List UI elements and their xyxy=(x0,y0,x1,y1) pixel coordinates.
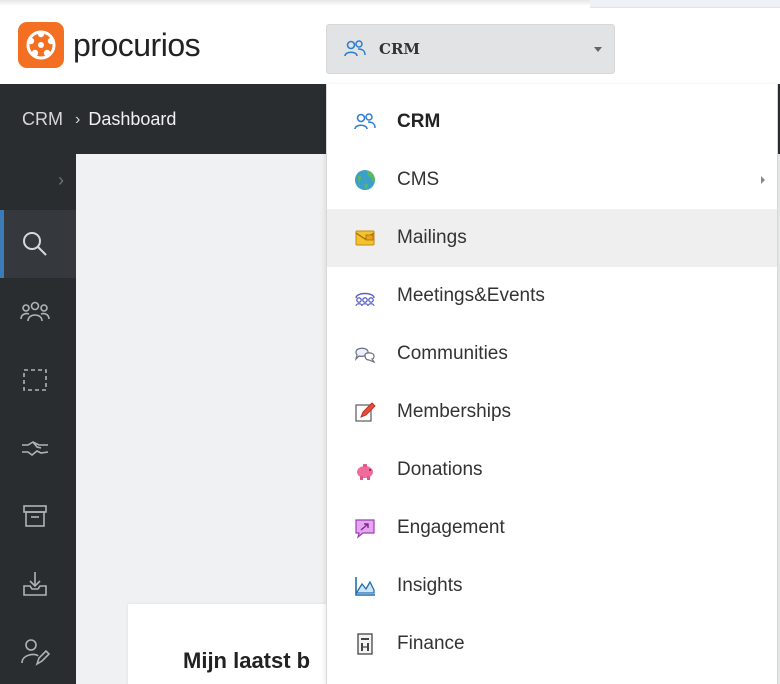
submenu-arrow-icon xyxy=(761,176,765,184)
menu-item-label: Meetings&Events xyxy=(397,285,545,306)
engagement-icon xyxy=(355,519,375,539)
header-top-right-strip xyxy=(590,0,780,8)
insights-chart-icon xyxy=(355,577,375,596)
app-header: procurios CRM xyxy=(0,0,780,84)
menu-item-engagement[interactable]: Engagement xyxy=(327,499,777,557)
module-select-value: CRM xyxy=(379,40,421,58)
breadcrumb-separator: › xyxy=(75,110,81,128)
sidebar-item-import[interactable] xyxy=(0,550,76,618)
menu-item-communities[interactable]: Communities xyxy=(327,325,777,383)
user-edit-icon xyxy=(21,639,50,666)
sidebar-item-search[interactable] xyxy=(0,210,76,278)
handshake-icon xyxy=(22,441,49,457)
menu-item-insights[interactable]: Insights xyxy=(327,557,777,615)
menu-item-label: Memberships xyxy=(397,401,512,422)
menu-item-crm[interactable]: CRM xyxy=(327,93,777,151)
menu-item-finance[interactable]: Finance xyxy=(327,615,777,673)
breadcrumb-root[interactable]: CRM xyxy=(22,109,63,130)
menu-item-label: Communities xyxy=(397,343,508,364)
chevron-right-icon[interactable]: › xyxy=(58,170,64,191)
sidebar-item-archive[interactable] xyxy=(0,482,76,550)
archive-box-icon xyxy=(23,505,47,527)
dashboard-card-title: Mijn laatst b xyxy=(183,648,311,673)
breadcrumb: CRM › Dashboard xyxy=(22,109,176,130)
piggy-bank-icon xyxy=(357,464,373,480)
breadcrumb-current: Dashboard xyxy=(88,109,177,129)
sidebar-item-relations[interactable] xyxy=(0,278,76,346)
download-tray-icon xyxy=(23,572,47,596)
menu-item-label: Donations xyxy=(397,459,483,480)
brand-name: procurios xyxy=(73,26,201,63)
globe-icon xyxy=(355,170,375,190)
sidebar-item-user-edit[interactable] xyxy=(0,618,76,684)
menu-item-label: Mailings xyxy=(397,227,467,248)
module-dropdown-menu: CRM CMS Mailings Meetings&Events Communi… xyxy=(326,84,778,684)
menu-item-label: CRM xyxy=(397,111,441,132)
users-icon xyxy=(344,40,366,57)
menu-item-donations[interactable]: Donations xyxy=(327,441,777,499)
sidebar: › xyxy=(0,154,76,684)
envelope-icon xyxy=(355,230,375,246)
brand-logo[interactable]: procurios xyxy=(18,22,201,68)
finance-document-icon xyxy=(357,633,373,655)
menu-item-label: Engagement xyxy=(397,517,505,538)
procurios-logo-icon xyxy=(18,22,64,68)
users-icon xyxy=(354,113,376,130)
sidebar-item-deals[interactable] xyxy=(0,414,76,482)
meeting-icon xyxy=(355,292,375,307)
chat-bubbles-icon xyxy=(354,347,376,364)
menu-item-memberships[interactable]: Memberships xyxy=(327,383,777,441)
menu-item-cms[interactable]: CMS xyxy=(327,151,777,209)
pencil-card-icon xyxy=(355,402,376,422)
sidebar-item-selections[interactable] xyxy=(0,346,76,414)
menu-item-meetings-events[interactable]: Meetings&Events xyxy=(327,267,777,325)
menu-item-label: Insights xyxy=(397,575,463,596)
module-select[interactable]: CRM xyxy=(326,24,615,74)
menu-item-label: CMS xyxy=(397,169,440,190)
dashed-selection-icon xyxy=(23,369,47,391)
menu-item-mailings[interactable]: Mailings xyxy=(327,209,777,267)
chevron-down-icon xyxy=(594,47,602,52)
people-group-icon xyxy=(20,301,50,322)
menu-item-label: Finance xyxy=(397,633,465,654)
search-icon xyxy=(23,232,47,256)
